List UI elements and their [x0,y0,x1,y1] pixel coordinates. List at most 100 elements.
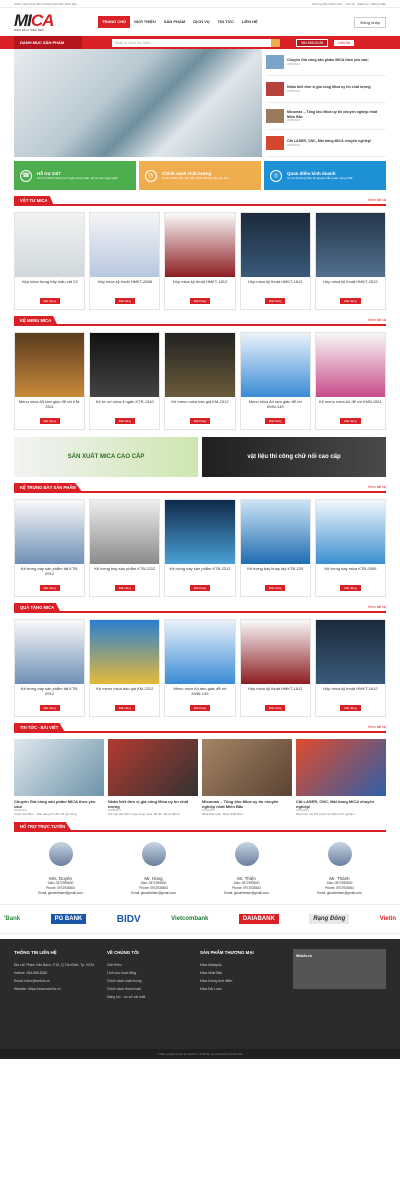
side-news-item[interactable]: Cắt LASER, CNC, Mài bóng MICA chuyên ngh… [266,130,386,157]
news-card[interactable]: Nhận biết đơn vị gia công Mica uy tín ch… [108,739,198,816]
nav-contact[interactable]: LIÊN HỆ [238,16,262,28]
product-card[interactable]: Menu mica A5 tam giác để rời KM-2511 Đặt … [14,332,86,430]
order-button[interactable]: Đặt hàng [265,585,286,591]
nav-products[interactable]: SẢN PHẨM [160,16,189,28]
hero-slide[interactable] [14,49,262,157]
product-card[interactable]: Kệ trưng bày sản phẩm tất KTB-0912 Đặt hà… [14,619,86,717]
order-button[interactable]: Đặt hàng [114,585,135,591]
order-button[interactable]: Đặt hàng [114,418,135,424]
order-button[interactable]: Đặt hàng [340,705,361,711]
footer-link[interactable]: Chính sách chất lượng [107,977,200,985]
view-all-link[interactable]: Xem tất cả [368,605,386,609]
categories-button[interactable]: DANH MỤC SẢN PHẨM [14,36,82,49]
footer-link[interactable]: Giới thiệu [107,961,200,969]
order-button[interactable]: Đặt hàng [189,705,211,711]
logo[interactable]: MICA BIỂN MICA SIÊU ĐẸP [14,12,82,32]
partner-logo[interactable]: Rạng Đông [309,914,350,924]
product-card[interactable]: Hộp mica kỹ thuật HMKT-2808 Đặt hàng [89,212,161,310]
product-card[interactable]: Hộp mica trưng bày mẫu vật 23 Đặt hàng [14,212,86,310]
footer-link[interactable]: Mica Malaysia [200,961,293,969]
nav-news[interactable]: TIN TỨC [214,16,238,28]
nav-about[interactable]: GIỚI THIỆU [130,16,160,28]
side-news-item[interactable]: Chuyên Gia công sản phẩm MICA theo yêu c… [266,49,386,76]
side-news-item[interactable]: Nhận biết đơn vị gia công Mica uy tín ch… [266,76,386,103]
support-staff: Mr. Thiện Zalo: 0972939830 Phone: 09729393… [200,842,293,896]
promo-banners: SẢN XUẤT MICA CAO CẤP vật liệu thi công … [14,437,386,477]
login-button[interactable]: Đăng nhập [354,16,386,28]
product-card[interactable]: Kệ trưng bày mica KTB-2509 Đặt hàng [314,499,387,597]
hero: Chuyên Gia công sản phẩm MICA theo yêu c… [14,49,386,157]
footer-link[interactable]: Lĩnh vực hoạt động [107,969,200,977]
product-card[interactable]: Kệ trưng bày sản phẩm tất KTB-0912 Đặt hà… [14,499,86,597]
header: MICA BIỂN MICA SIÊU ĐẸP TRANG CHỦ GIỚI TH… [0,8,400,36]
partner-logo[interactable]: 'Bank [4,916,20,922]
product-card[interactable]: Hộp mica kỹ thuật HMKT-1612 Đặt hàng [314,619,387,717]
order-button[interactable]: Đặt hàng [265,418,286,424]
support-staff: Mrs. Duyên Zalo: 0972939830 Phone: 0972939… [14,842,107,896]
order-button[interactable]: Đặt hàng [39,705,60,711]
product-card[interactable]: Hộp mica kỹ thuật HMKT-1812 Đặt hàng [239,619,311,717]
globe-icon: ◎ [270,169,282,182]
product-card[interactable]: Kệ trưng bày sản phẩm KTB-2212 Đặt hàng [89,499,161,597]
product-card[interactable]: Hộp mica kỹ thuật HMKT-1612 Đặt hàng [239,212,311,310]
partner-logo[interactable]: PG BANK [50,914,87,924]
product-card[interactable]: Kệ trưng bày sản phẩm KTB-2312 Đặt hàng [164,499,236,597]
order-button[interactable]: Đặt hàng [189,298,211,304]
news-card[interactable]: Cắt LASER, CNC, Mài bóng MICA chuyên ngh… [296,739,386,816]
product-card[interactable]: Menu mica A4 tam giác để rời KMN-149 Đặt … [164,619,236,717]
order-button[interactable]: Đặt hàng [39,418,60,424]
partner-logo[interactable]: DAIABANK [238,914,279,924]
top-links[interactable]: Hướng dẫn thanh toán · Liên hệ · Đăng ký… [312,2,386,6]
news-card[interactable]: Micomax – Tổng kho Mica uy tín chuyên ng… [202,739,292,816]
support-staff: Mr. Thành Zalo: 0972939830 Phone: 09729393… [293,842,386,896]
order-button[interactable]: Đặt hàng [340,418,361,424]
order-button[interactable]: Đặt hàng [39,585,60,591]
view-all-link[interactable]: Xem tất cả [368,725,386,729]
nav-home[interactable]: TRANG CHỦ [98,16,130,28]
section-support: HỖ TRỢ TRỰC TUYẾN Mrs. Duyên Zalo: 097293… [14,821,386,896]
order-button[interactable]: Đặt hàng [39,298,60,304]
view-all-link[interactable]: Xem tất cả [368,318,386,322]
hotline: 084.888.83.85 [296,38,329,47]
topbar: Chào mừng bạn đến với thế giới biển Mica… [0,0,400,8]
contact-button[interactable]: Liên hệ [334,39,354,46]
footer: THÔNG TIN LIÊN HỆ Địa chỉ: Phạm Văn Bạch,… [0,939,400,1049]
promo-banner[interactable]: vật liệu thi công chữ nổi cao cấp [202,437,386,477]
order-button[interactable]: Đặt hàng [340,298,361,304]
footer-link[interactable]: Mica không thời điểm [200,977,293,985]
order-button[interactable]: Đặt hàng [340,585,361,591]
product-card[interactable]: Kệ menu mica báo giá KM-2312 Đặt hàng [164,332,236,430]
product-card[interactable]: Kệ menu mica báo giá KM-2312 Đặt hàng [89,619,161,717]
side-news: Chuyên Gia công sản phẩm MICA theo yêu c… [262,49,386,157]
product-card[interactable]: Hộp mica kỹ thuật HMKT-1812 Đặt hàng [164,212,236,310]
view-all-link[interactable]: Xem tất cả [368,198,386,202]
product-card[interactable]: Kệ menu mica A4 để rời KMN-2811 Đặt hàng [314,332,387,430]
product-card[interactable]: Kệ trưng bày khay tày KTB-225 Đặt hàng [239,499,311,597]
footer-link[interactable]: Năng lực - cơ sở vật chất [107,993,200,1001]
order-button[interactable]: Đặt hàng [114,298,135,304]
news-card[interactable]: Chuyên Gia công sản phẩm MICA theo yêu c… [14,739,104,816]
partner-logo[interactable]: Vietcombank [171,916,208,922]
search-input[interactable]: Nhập từ khóa tìm kiếm... [112,38,280,47]
order-button[interactable]: Đặt hàng [189,585,211,591]
product-card[interactable]: Kệ tờ rơi mica 4 ngăn KTR-1510 Đặt hàng [89,332,161,430]
product-card[interactable]: Menu mica A4 tam giác để rời KMN-149 Đặt … [239,332,311,430]
footer-link[interactable]: Chính sách thanh toán [107,985,200,993]
order-button[interactable]: Đặt hàng [189,418,211,424]
footer-link[interactable]: Mica Nhật Bản [200,969,293,977]
section-title: HỖ TRỢ TRỰC TUYẾN [14,821,72,831]
order-button[interactable]: Đặt hàng [265,298,286,304]
facebook-widget[interactable]: Web2s.vn [293,949,386,1001]
view-all-link[interactable]: Xem tất cả [368,485,386,489]
nav-services[interactable]: DỊCH VỤ [189,16,213,28]
side-news-item[interactable]: Micomax – Tổng kho Mica uy tín chuyên ng… [266,103,386,130]
partner-logo[interactable]: BIDV [117,914,141,925]
order-button[interactable]: Đặt hàng [114,705,135,711]
promo-banner[interactable]: SẢN XUẤT MICA CAO CẤP [14,437,198,477]
search-icon[interactable] [271,38,280,47]
footer-link[interactable]: Mica Đài Loan [200,985,293,993]
feature-business: ◎ Quan điểm kinh doanh Uy tín thương hiệu … [264,161,386,190]
partner-logo[interactable]: Vietin [380,916,396,922]
product-card[interactable]: Hộp mica kỹ thuật HMKT-2512 Đặt hàng [314,212,387,310]
order-button[interactable]: Đặt hàng [265,705,286,711]
